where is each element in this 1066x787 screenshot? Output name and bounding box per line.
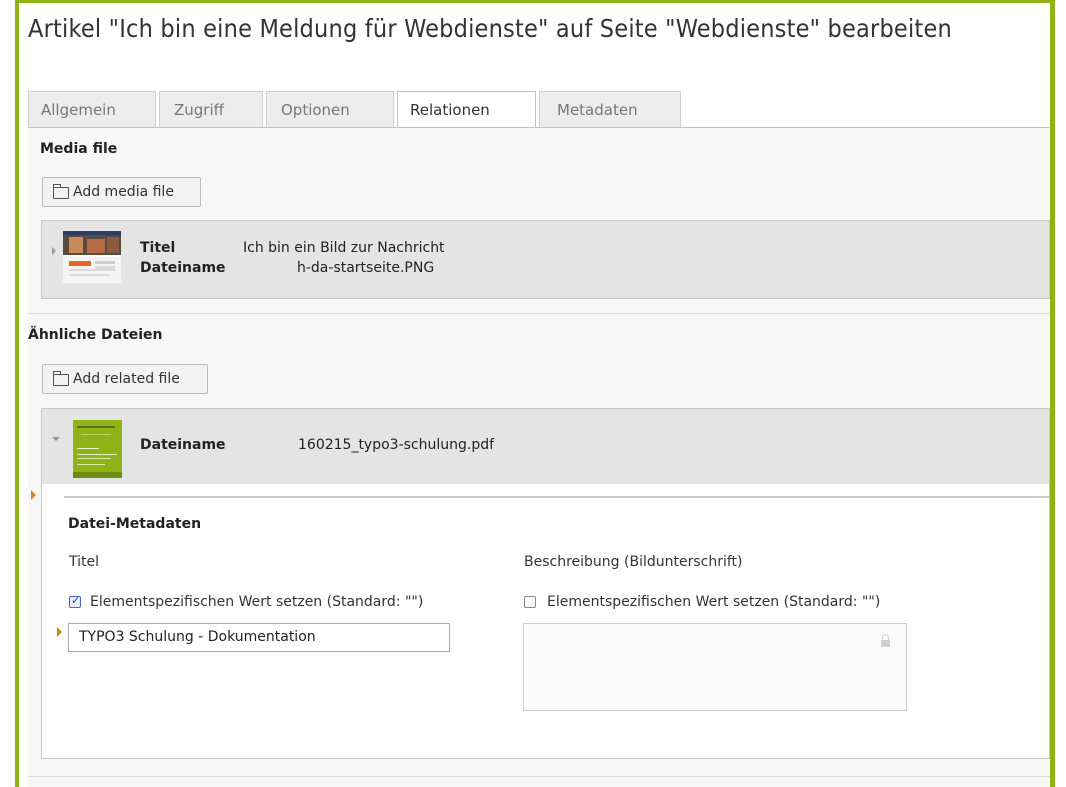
related-thumbnail (73, 420, 122, 478)
description-override-checkbox[interactable] (524, 596, 536, 608)
tab-metadaten[interactable]: Metadaten (539, 91, 681, 127)
related-section-title: Ähnliche Dateien (28, 327, 163, 343)
field-marker-icon (57, 627, 62, 637)
expand-caret-icon[interactable] (52, 247, 56, 255)
media-filename-value: h-da-startseite.PNG (297, 260, 435, 276)
title-input[interactable]: TYPO3 Schulung - Dokumentation (68, 623, 450, 652)
title-field-label: Titel (69, 554, 100, 570)
related-record-header[interactable]: Dateiname 160215_typo3-schulung.pdf (42, 409, 1049, 484)
record-marker-icon (31, 490, 36, 500)
frame-right-border (1050, 0, 1055, 787)
frame-left-border (15, 0, 19, 787)
folder-icon (53, 371, 69, 386)
description-field-label: Beschreibung (Bildunterschrift) (524, 554, 743, 570)
media-section-title: Media file (40, 141, 118, 157)
media-record[interactable]: Titel Ich bin ein Bild zur Nachricht Dat… (41, 220, 1050, 299)
folder-icon (53, 184, 69, 199)
tab-zugriff[interactable]: Zugriff (159, 91, 263, 127)
description-textarea[interactable] (523, 623, 907, 711)
media-title-value: Ich bin ein Bild zur Nachricht (243, 240, 445, 256)
metadata-heading: Datei-Metadaten (68, 516, 202, 532)
relations-panel: Media file Add media file Titel Ich bin … (28, 128, 1050, 787)
tab-bar: Allgemein Zugriff Optionen Relationen Me… (28, 91, 1048, 129)
tab-allgemein[interactable]: Allgemein (28, 91, 156, 127)
description-override-label: Elementspezifischen Wert setzen (Standar… (547, 594, 881, 610)
frame-top-border (15, 0, 1055, 3)
media-filename-label: Dateiname (140, 260, 226, 276)
related-filename-label: Dateiname (140, 437, 226, 453)
add-media-file-button[interactable]: Add media file (42, 177, 201, 207)
title-override-checkbox[interactable] (69, 594, 81, 608)
related-record: Dateiname 160215_typo3-schulung.pdf Date… (41, 408, 1050, 759)
panel-bottom-divider (28, 776, 1050, 777)
thumbnail-image (63, 231, 121, 283)
media-thumbnail (63, 231, 121, 283)
related-filename-value: 160215_typo3-schulung.pdf (298, 437, 495, 453)
metadata-divider (64, 496, 1049, 498)
lock-icon (881, 634, 890, 647)
section-divider (28, 313, 1050, 314)
tab-optionen[interactable]: Optionen (266, 91, 394, 127)
media-title-label: Titel (140, 240, 176, 256)
title-override-label: Elementspezifischen Wert setzen (Standar… (90, 594, 424, 610)
collapse-caret-icon[interactable] (52, 437, 60, 441)
add-related-file-button[interactable]: Add related file (42, 364, 208, 394)
tab-relationen[interactable]: Relationen (397, 91, 536, 129)
add-related-file-label: Add related file (73, 371, 180, 387)
thumbnail-image (73, 420, 122, 478)
page-title: Artikel "Ich bin eine Meldung für Webdie… (28, 14, 952, 43)
add-media-file-label: Add media file (73, 184, 174, 200)
